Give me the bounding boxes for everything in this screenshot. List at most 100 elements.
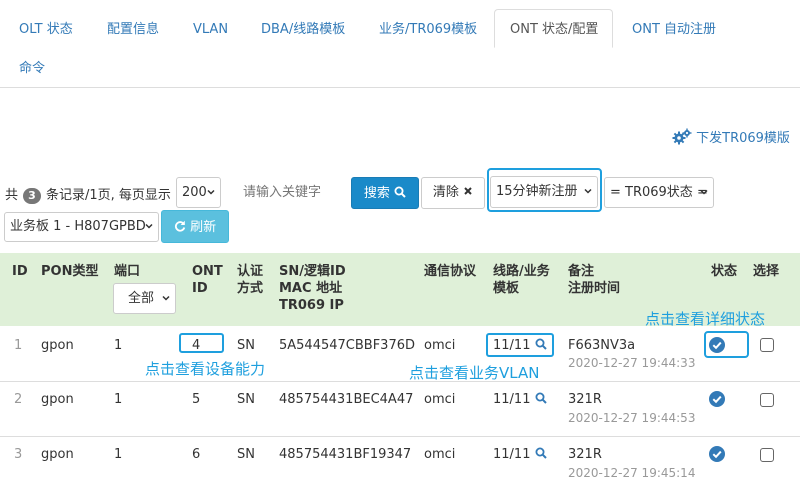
- search-icon: [535, 338, 547, 350]
- col-ont-id-line1: ONT: [192, 264, 223, 279]
- row1-line-template[interactable]: 11/11: [493, 338, 547, 353]
- col-port: 端口: [114, 264, 141, 279]
- col-pon-type: PON类型: [41, 264, 99, 279]
- col-auth-line2: 方式: [237, 281, 264, 296]
- row2-ont-id-link[interactable]: 5: [192, 392, 200, 407]
- close-icon: [464, 187, 472, 195]
- row1-auth: SN: [237, 338, 255, 353]
- col-line-template: 线路/业务 模板: [493, 263, 550, 297]
- tab-olt-status[interactable]: OLT 状态: [4, 12, 88, 48]
- row3-select-checkbox[interactable]: [760, 448, 774, 462]
- service-board-value: 业务板 1 - H807GPBD: [10, 219, 146, 234]
- tab-dba-line-template[interactable]: DBA/线路模板: [246, 12, 360, 48]
- col-sn-line3: TR069 IP: [279, 298, 344, 313]
- row3-protocol: omci: [424, 447, 456, 462]
- col-note-line1: 备注: [568, 264, 595, 279]
- tab-command[interactable]: 命令: [4, 51, 60, 87]
- status-ok-icon[interactable]: [709, 337, 725, 353]
- refresh-icon: [174, 220, 186, 232]
- row2-pon: gpon: [41, 392, 74, 407]
- annotation-service-vlan: 点击查看业务VLAN: [409, 364, 540, 382]
- row3-ont-id-link[interactable]: 6: [192, 447, 200, 462]
- col-line-line1: 线路/业务: [493, 264, 550, 279]
- col-id: ID: [12, 264, 28, 279]
- col-line-line2: 模板: [493, 281, 520, 296]
- chevron-down-icon: [584, 188, 592, 194]
- row3-pon: gpon: [41, 447, 74, 462]
- row1-sn: 5A544547CBBF376D: [279, 338, 416, 353]
- tr069-status-select[interactable]: = TR069状态 =: [604, 177, 714, 208]
- col-auth-line1: 认证: [237, 264, 264, 279]
- search-icon: [535, 447, 547, 459]
- status-ok-icon[interactable]: [709, 391, 725, 407]
- gears-icon: [672, 128, 692, 145]
- annotation-detail-status: 点击查看详细状态: [645, 310, 766, 328]
- row2-line-template[interactable]: 11/11: [493, 392, 547, 407]
- row2-sn: 485754431BEC4A47: [279, 392, 414, 407]
- port-filter-value: 全部: [128, 291, 155, 306]
- ont-id-highlight: [179, 333, 224, 353]
- col-ont-id-line2: ID: [192, 281, 208, 296]
- row3-sn: 485754431BF19347: [279, 447, 412, 462]
- refresh-button[interactable]: 刷新: [161, 210, 229, 243]
- row1-line-value: 11/11: [493, 338, 531, 353]
- row2-select-checkbox[interactable]: [760, 393, 774, 407]
- service-board-select[interactable]: 业务板 1 - H807GPBD: [4, 212, 159, 242]
- col-sn: SN/逻辑ID MAC 地址 TR069 IP: [279, 263, 346, 314]
- tab-ont-status-config[interactable]: ONT 状态/配置: [494, 9, 613, 48]
- refresh-button-label: 刷新: [190, 220, 217, 235]
- clear-button-label: 清除: [432, 185, 459, 200]
- chevron-down-icon: [145, 223, 153, 229]
- col-sn-line2: MAC 地址: [279, 281, 343, 296]
- row3-time: 2020-12-27 19:45:14: [568, 466, 696, 480]
- keyword-search-input[interactable]: [236, 177, 342, 208]
- row3-note: 321R: [568, 447, 602, 462]
- records-prefix: 共: [5, 188, 19, 203]
- row3-line-value: 11/11: [493, 447, 531, 462]
- col-note: 备注 注册时间: [568, 263, 620, 297]
- page-size-select[interactable]: 200: [176, 177, 221, 208]
- row3-port: 1: [114, 447, 123, 462]
- page-size-value: 200: [182, 185, 207, 200]
- chevron-down-icon: [207, 189, 215, 195]
- row2-port: 1: [114, 392, 123, 407]
- chevron-down-icon: [162, 295, 170, 301]
- tab-divider: [0, 87, 800, 88]
- tab-vlan[interactable]: VLAN: [178, 12, 243, 48]
- row3-line-template[interactable]: 11/11: [493, 447, 547, 462]
- row1-time: 2020-12-27 19:44:33: [568, 356, 696, 370]
- row1-select-checkbox[interactable]: [760, 338, 774, 352]
- row1-note: F663NV3a: [568, 338, 636, 353]
- col-sn-line1: SN/逻辑ID: [279, 264, 346, 279]
- push-tr069-label: 下发TR069模版: [696, 131, 790, 146]
- row1-ont-id-link[interactable]: 4: [192, 338, 200, 353]
- record-count-badge: 3: [23, 188, 41, 204]
- row3-id: 3: [14, 447, 23, 462]
- records-summary: 共 3 条记录/1页, 每页显示: [5, 184, 171, 204]
- col-auth-method: 认证 方式: [237, 263, 263, 297]
- row2-time: 2020-12-27 19:44:53: [568, 411, 696, 425]
- status-ok-icon[interactable]: [709, 446, 725, 462]
- row2-note: 321R: [568, 392, 602, 407]
- port-filter-select[interactable]: 全部: [113, 283, 176, 314]
- records-text: 条记录/1页, 每页显示: [45, 188, 171, 203]
- registration-filter-select[interactable]: 15分钟新注册: [490, 176, 598, 208]
- tr069-status-value: = TR069状态 =: [610, 185, 708, 200]
- clear-button[interactable]: 清除: [421, 177, 485, 209]
- registration-filter-value: 15分钟新注册: [496, 184, 578, 199]
- col-note-line2: 注册时间: [568, 281, 621, 296]
- push-tr069-link[interactable]: 下发TR069模版: [672, 127, 790, 146]
- tab-ont-auto-register[interactable]: ONT 自动注册: [617, 12, 731, 48]
- tab-config-info[interactable]: 配置信息: [92, 12, 174, 48]
- tab-service-tr069-template[interactable]: 业务/TR069模板: [364, 12, 492, 48]
- search-icon: [535, 392, 547, 404]
- row2-protocol: omci: [424, 392, 456, 407]
- col-select: 选择: [753, 264, 780, 279]
- row1-port: 1: [114, 338, 123, 353]
- search-button[interactable]: 搜索: [351, 177, 419, 209]
- row1-pon: gpon: [41, 338, 74, 353]
- row3-auth: SN: [237, 447, 255, 462]
- row1-protocol: omci: [424, 338, 456, 353]
- row-divider: [0, 381, 800, 382]
- col-ont-id: ONT ID: [192, 263, 223, 297]
